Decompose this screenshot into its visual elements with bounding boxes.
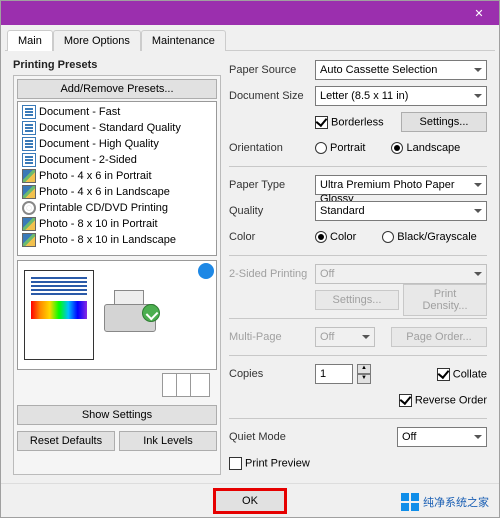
step-down-icon[interactable]: ▼ <box>357 374 371 384</box>
checkbox-icon <box>315 116 328 129</box>
print-density-button: Print Density... <box>403 284 487 316</box>
watermark-icon <box>401 493 419 511</box>
document-size-label: Document Size <box>229 90 311 102</box>
reset-defaults-button[interactable]: Reset Defaults <box>17 431 115 451</box>
orientation-label: Orientation <box>229 142 311 154</box>
print-dialog: ✕ Main More Options Maintenance Printing… <box>0 0 500 518</box>
landscape-radio[interactable]: Landscape <box>391 142 460 154</box>
document-icon <box>22 121 36 135</box>
document-icon <box>22 137 36 151</box>
grayscale-radio[interactable]: Black/Grayscale <box>382 231 476 243</box>
show-settings-button[interactable]: Show Settings <box>17 405 217 425</box>
portrait-radio[interactable]: Portrait <box>315 142 365 154</box>
paper-type-label: Paper Type <box>229 179 311 191</box>
add-remove-presets-button[interactable]: Add/Remove Presets... <box>17 79 217 99</box>
2sided-dropdown: Off <box>315 264 487 284</box>
document-icon <box>22 105 36 119</box>
photo-icon <box>22 185 36 199</box>
quality-label: Quality <box>229 205 311 217</box>
photo-icon <box>22 169 36 183</box>
photo-icon <box>22 233 36 247</box>
borderless-settings-button[interactable]: Settings... <box>401 112 487 132</box>
quality-dropdown[interactable]: Standard <box>315 201 487 221</box>
tab-strip: Main More Options Maintenance <box>1 25 499 50</box>
preset-item[interactable]: Document - High Quality <box>20 136 214 152</box>
presets-list[interactable]: Document - Fast Document - Standard Qual… <box>17 101 217 256</box>
checkbox-icon <box>437 368 450 381</box>
checkbox-icon <box>229 457 242 470</box>
presets-heading: Printing Presets <box>13 59 221 71</box>
preset-item[interactable]: Document - 2-Sided <box>20 152 214 168</box>
copies-stepper[interactable]: ▲ ▼ <box>357 364 371 384</box>
watermark: 纯净系统之家 <box>401 493 489 511</box>
preset-item[interactable]: Photo - 4 x 6 in Landscape <box>20 184 214 200</box>
left-panel: Printing Presets Add/Remove Presets... D… <box>13 59 221 496</box>
step-up-icon[interactable]: ▲ <box>357 364 371 374</box>
radio-icon <box>315 231 327 243</box>
checkbox-icon <box>399 394 412 407</box>
preset-preview <box>17 260 217 370</box>
tab-main[interactable]: Main <box>7 30 53 51</box>
paper-source-label: Paper Source <box>229 64 311 76</box>
document-icon <box>22 153 36 167</box>
2sided-label: 2-Sided Printing <box>229 268 311 280</box>
color-label: Color <box>229 231 311 243</box>
preset-item[interactable]: Photo - 8 x 10 in Landscape <box>20 232 214 248</box>
preset-item[interactable]: Photo - 8 x 10 in Portrait <box>20 216 214 232</box>
tab-body: Printing Presets Add/Remove Presets... D… <box>5 50 495 500</box>
paper-source-dropdown[interactable]: Auto Cassette Selection <box>315 60 487 80</box>
print-preview-checkbox[interactable]: Print Preview <box>229 457 310 470</box>
preset-item[interactable]: Printable CD/DVD Printing <box>20 200 214 216</box>
quiet-mode-label: Quiet Mode <box>229 431 311 443</box>
paper-type-dropdown[interactable]: Ultra Premium Photo Paper Glossy <box>315 175 487 195</box>
multipage-dropdown: Off <box>315 327 375 347</box>
radio-icon <box>391 142 403 154</box>
preset-item[interactable]: Document - Fast <box>20 104 214 120</box>
ink-levels-button[interactable]: Ink Levels <box>119 431 217 451</box>
close-icon: ✕ <box>474 7 483 20</box>
preset-item[interactable]: Photo - 4 x 6 in Portrait <box>20 168 214 184</box>
tab-more-options[interactable]: More Options <box>53 30 141 51</box>
separator <box>229 318 487 319</box>
tab-maintenance[interactable]: Maintenance <box>141 30 226 51</box>
radio-icon <box>382 231 394 243</box>
multipage-label: Multi-Page <box>229 331 311 343</box>
quiet-mode-dropdown[interactable]: Off <box>397 427 487 447</box>
document-size-dropdown[interactable]: Letter (8.5 x 11 in) <box>315 86 487 106</box>
photo-icon <box>22 217 36 231</box>
watermark-text: 纯净系统之家 <box>423 494 489 510</box>
copies-input[interactable]: 1 <box>315 364 353 384</box>
cd-icon <box>22 201 36 215</box>
separator <box>229 166 487 167</box>
separator <box>229 355 487 356</box>
preview-page-icon <box>24 270 94 360</box>
reverse-order-checkbox[interactable]: Reverse Order <box>399 394 487 407</box>
page-thumbnails-icon <box>168 373 210 397</box>
network-badge-icon <box>198 263 214 279</box>
printer-icon <box>100 290 160 340</box>
right-panel: Paper Source Auto Cassette Selection Doc… <box>229 59 487 496</box>
borderless-checkbox[interactable]: Borderless <box>315 116 384 129</box>
presets-box: Add/Remove Presets... Document - Fast Do… <box>13 75 221 475</box>
preset-item[interactable]: Document - Standard Quality <box>20 120 214 136</box>
page-order-button: Page Order... <box>391 327 487 347</box>
copies-label: Copies <box>229 368 311 380</box>
ok-button[interactable]: OK <box>215 490 285 512</box>
color-radio[interactable]: Color <box>315 231 356 243</box>
collate-checkbox[interactable]: Collate <box>437 368 487 381</box>
titlebar: ✕ <box>1 1 499 25</box>
separator <box>229 255 487 256</box>
radio-icon <box>315 142 327 154</box>
2sided-settings-button: Settings... <box>315 290 399 310</box>
separator <box>229 418 487 419</box>
close-button[interactable]: ✕ <box>459 1 499 25</box>
